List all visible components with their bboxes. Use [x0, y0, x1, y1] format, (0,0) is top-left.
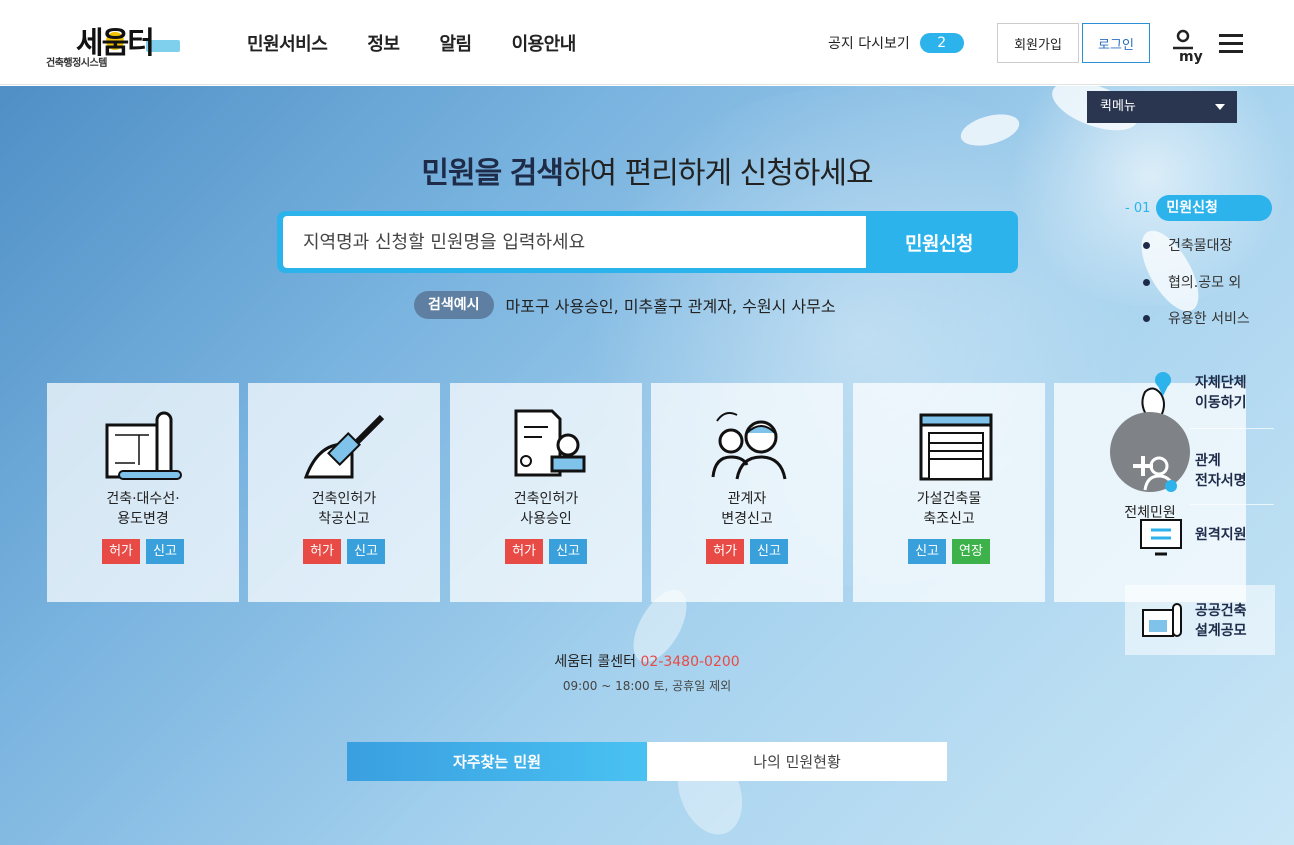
card-title: 건축인허가 사용승인: [513, 491, 579, 527]
report-tag[interactable]: 신고: [347, 539, 385, 564]
search-example-text: 마포구 사용승인, 미추홀구 관계자, 수원시 사무소: [505, 297, 836, 316]
extend-tag[interactable]: 연장: [952, 539, 990, 564]
card-title: 관계자 변경신고: [721, 491, 773, 527]
card-title: 가설건축물 축조신고: [916, 491, 982, 527]
login-button[interactable]: 로그인: [1082, 23, 1150, 63]
card-title: 건축인허가 착공신고: [311, 491, 377, 527]
hero-headline: 민원을 검색하여 편리하게 신청하세요: [421, 156, 873, 191]
notice-review-link[interactable]: 공지 다시보기 2: [828, 33, 964, 53]
search-bar: 민원신청: [277, 211, 1018, 273]
people-swap-icon: [703, 405, 793, 485]
monitor-icon: [1133, 510, 1187, 560]
side-divider: [1190, 428, 1274, 429]
bullet-icon: [1143, 241, 1150, 249]
permit-tag[interactable]: 허가: [505, 539, 543, 564]
blueprint-roll-icon: [1133, 596, 1187, 646]
service-tabs: 자주찾는 민원 나의 민원현황: [347, 742, 947, 781]
tab-frequent-services[interactable]: 자주찾는 민원: [347, 742, 647, 781]
search-example-tag: 검색예시: [414, 291, 494, 319]
garage-icon: [905, 405, 995, 485]
side-link-remote-support[interactable]: 원격지원: [1133, 504, 1275, 566]
blueprint-icon: [99, 405, 189, 485]
search-submit-button[interactable]: 민원신청: [866, 216, 1012, 268]
notice-count-badge: 2: [919, 33, 964, 53]
shovel-icon: [300, 405, 390, 485]
card-temporary-building[interactable]: 가설건축물 축조신고 신고 연장: [853, 383, 1045, 602]
permit-tag[interactable]: 허가: [706, 539, 744, 564]
chevron-down-icon: [1215, 104, 1225, 110]
card-stakeholder-change[interactable]: 관계자 변경신고 허가 신고: [651, 383, 843, 602]
logo-subtitle: 건축행정시스템: [46, 58, 107, 69]
side-item-consultation[interactable]: 협의.공모 외: [1143, 272, 1241, 292]
side-active-number: - 01: [1125, 200, 1151, 216]
nav-item-guide[interactable]: 이용안내: [512, 30, 577, 56]
join-button[interactable]: 회원가입: [997, 23, 1079, 63]
call-center-number: 02-3480-0200: [640, 654, 740, 670]
card-building-permit[interactable]: 건축·대수선· 용도변경 허가 신고: [47, 383, 239, 602]
nav-item-civil-service[interactable]: 민원서비스: [247, 30, 328, 56]
card-construction-start[interactable]: 건축인허가 착공신고 허가 신고: [248, 383, 440, 602]
report-tag[interactable]: 신고: [146, 539, 184, 564]
stamp-document-icon: [502, 405, 592, 485]
my-label: my: [1179, 49, 1203, 64]
call-center-hours: 09:00 ~ 18:00 토, 공휴일 제외: [562, 679, 732, 693]
bullet-icon: [1143, 278, 1150, 286]
notice-review-label: 공지 다시보기: [828, 36, 910, 52]
side-active-label: 민원신청: [1156, 195, 1273, 221]
quick-menu-dropdown[interactable]: 퀵메뉴: [1087, 91, 1237, 123]
my-page-icon[interactable]: my: [1170, 28, 1206, 65]
tab-my-services[interactable]: 나의 민원현황: [647, 742, 947, 781]
side-item-building-register[interactable]: 건축물대장: [1143, 235, 1232, 255]
side-link-e-signature[interactable]: 관계 전자서명: [1133, 440, 1275, 502]
user-sign-icon: [1133, 446, 1187, 496]
report-tag[interactable]: 신고: [908, 539, 946, 564]
search-input[interactable]: [283, 216, 866, 268]
call-center: 세움터 콜센터 02-3480-0200: [554, 654, 740, 670]
bullet-icon: [1143, 314, 1150, 322]
report-tag[interactable]: 신고: [750, 539, 788, 564]
nav-item-notice[interactable]: 알림: [439, 30, 472, 56]
map-pin-icon: [1133, 368, 1187, 418]
search-example: 검색예시 마포구 사용승인, 미추홀구 관계자, 수원시 사무소: [414, 291, 836, 319]
header: 세움터 건축행정시스템 민원서비스 정보 알림 이용안내 공지 다시보기 2 회…: [0, 0, 1294, 85]
main-nav: 민원서비스 정보 알림 이용안내: [247, 30, 616, 56]
nav-item-info[interactable]: 정보: [367, 30, 400, 56]
permit-tag[interactable]: 허가: [102, 539, 140, 564]
site-logo[interactable]: 세움터 건축행정시스템: [46, 18, 186, 69]
side-item-useful-services[interactable]: 유용한 서비스: [1143, 308, 1250, 328]
card-title: 건축·대수선· 용도변경: [106, 491, 180, 527]
permit-tag[interactable]: 허가: [303, 539, 341, 564]
side-active-item[interactable]: - 01 민원신청: [1125, 195, 1273, 221]
hamburger-menu-icon[interactable]: [1219, 34, 1243, 53]
side-link-design-competition[interactable]: 공공건축 설계공모: [1133, 590, 1275, 652]
card-use-approval[interactable]: 건축인허가 사용승인 허가 신고: [450, 383, 642, 602]
report-tag[interactable]: 신고: [549, 539, 587, 564]
